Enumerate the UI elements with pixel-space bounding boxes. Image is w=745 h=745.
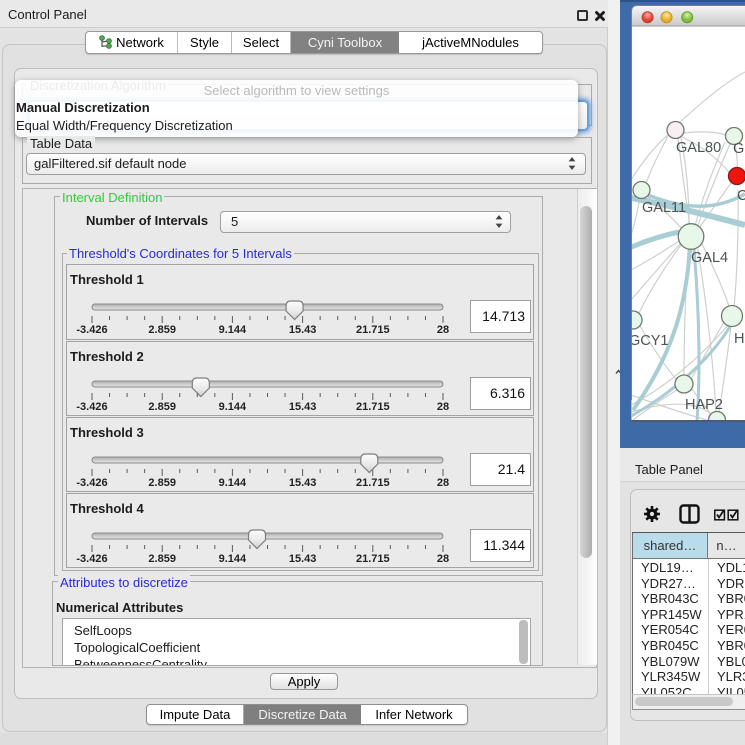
svg-text:H: H bbox=[734, 331, 744, 347]
svg-text:G.: G. bbox=[733, 141, 745, 157]
svg-text:28: 28 bbox=[437, 324, 449, 336]
svg-text:GAL4: GAL4 bbox=[691, 250, 728, 266]
svg-text:15.43: 15.43 bbox=[289, 401, 317, 413]
svg-text:15.43: 15.43 bbox=[289, 477, 317, 489]
svg-text:GAL11: GAL11 bbox=[642, 200, 686, 216]
svg-text:28: 28 bbox=[437, 553, 449, 565]
svg-text:21.715: 21.715 bbox=[356, 477, 390, 489]
svg-text:9.144: 9.144 bbox=[219, 477, 247, 489]
svg-text:21.715: 21.715 bbox=[356, 401, 390, 413]
svg-text:C: C bbox=[737, 188, 745, 204]
svg-text:GAL80: GAL80 bbox=[676, 140, 721, 156]
svg-text:28: 28 bbox=[437, 477, 449, 489]
svg-text:9.144: 9.144 bbox=[219, 401, 247, 413]
svg-text:2.859: 2.859 bbox=[148, 324, 176, 336]
svg-text:-3.426: -3.426 bbox=[76, 324, 107, 336]
svg-text:2.859: 2.859 bbox=[148, 401, 176, 413]
svg-text:HAP2: HAP2 bbox=[685, 397, 723, 413]
svg-text:GCY1: GCY1 bbox=[629, 333, 669, 349]
svg-text:15.43: 15.43 bbox=[289, 324, 317, 336]
svg-text:-3.426: -3.426 bbox=[76, 553, 107, 565]
svg-text:21.715: 21.715 bbox=[356, 553, 390, 565]
svg-text:2.859: 2.859 bbox=[148, 553, 176, 565]
svg-text:21.715: 21.715 bbox=[356, 324, 390, 336]
svg-text:9.144: 9.144 bbox=[219, 553, 247, 565]
svg-text:2.859: 2.859 bbox=[148, 477, 176, 489]
svg-text:28: 28 bbox=[437, 401, 449, 413]
svg-text:15.43: 15.43 bbox=[289, 553, 317, 565]
svg-text:9.144: 9.144 bbox=[219, 324, 247, 336]
svg-text:-3.426: -3.426 bbox=[76, 477, 107, 489]
svg-text:-3.426: -3.426 bbox=[76, 401, 107, 413]
